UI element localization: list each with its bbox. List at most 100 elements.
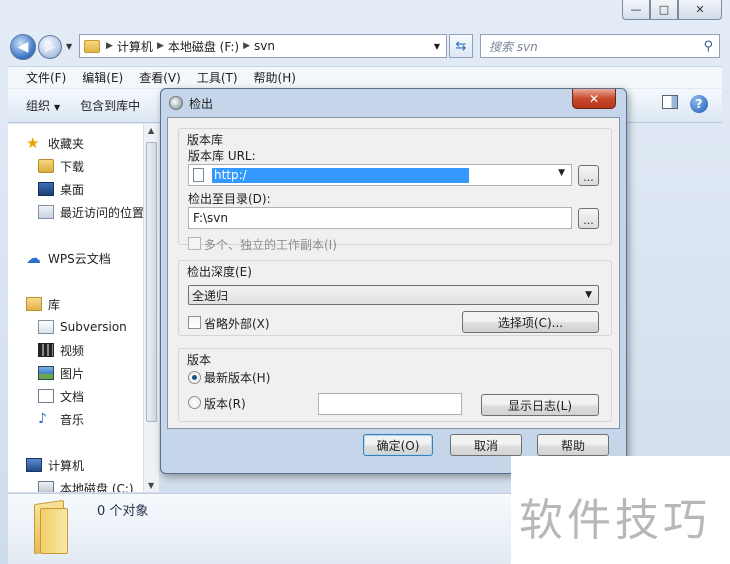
repo-url-label: 版本库 URL: <box>188 149 256 163</box>
title-bar: — □ ✕ <box>0 0 730 28</box>
address-row: ◀ ▶ ▼ ▶ 计算机 ▶ 本地磁盘 (F:) ▶ svn ▼ ⇆ 搜索 svn… <box>0 28 730 64</box>
depth-select-value: 全递归 <box>192 288 229 303</box>
nav-recent[interactable]: 最近访问的位置 <box>38 201 144 223</box>
revision-label: 版本(R) <box>204 397 246 411</box>
refresh-icon: ⇆ <box>455 38 467 54</box>
close-button[interactable]: ✕ <box>678 0 722 20</box>
breadcrumb-computer[interactable]: 计算机 <box>117 38 153 55</box>
revision-group-title: 版本 <box>187 353 212 367</box>
forward-button[interactable]: ▶ <box>38 35 62 59</box>
revision-input[interactable] <box>318 393 462 415</box>
nav-videos[interactable]: 视频 <box>38 339 84 361</box>
repository-group-title: 版本库 <box>187 133 224 147</box>
details-pane: 0 个对象 <box>8 493 511 564</box>
scroll-up-icon[interactable]: ▲ <box>148 126 154 135</box>
multiple-copies-label: 多个、独立的工作副本(I) <box>204 238 337 252</box>
browse-repo-button[interactable]: ... <box>578 165 599 186</box>
chevron-down-icon: ▼ <box>54 103 61 112</box>
computer-icon <box>26 458 42 472</box>
document-icon <box>38 389 54 403</box>
cloud-icon: ☁ <box>26 249 41 267</box>
menu-file[interactable]: 文件(F) <box>8 69 74 86</box>
include-in-library-button[interactable]: 包含到库中 <box>70 97 150 114</box>
recent-places-icon <box>38 205 54 219</box>
scroll-down-icon[interactable]: ▼ <box>148 481 154 490</box>
menu-tools[interactable]: 工具(T) <box>189 69 246 86</box>
chevron-right-icon[interactable]: ▶ <box>106 41 113 51</box>
help-icon[interactable]: ? <box>690 95 708 113</box>
repo-url-combo[interactable]: http:/ ▼ <box>188 164 572 186</box>
menu-bar: 文件(F) 编辑(E) 查看(V) 工具(T) 帮助(H) <box>8 66 722 88</box>
revision-radio[interactable] <box>188 396 201 409</box>
chevron-down-icon[interactable]: ▼ <box>558 168 565 178</box>
nav-favorites[interactable]: ★ 收藏夹 <box>26 132 84 154</box>
arrow-right-icon: ▶ <box>44 39 56 55</box>
video-icon <box>38 343 54 357</box>
nav-libraries[interactable]: 库 <box>26 293 60 315</box>
minimize-button[interactable]: — <box>622 0 650 20</box>
menu-help[interactable]: 帮助(H) <box>246 69 304 86</box>
nav-music[interactable]: ♪ 音乐 <box>38 408 84 430</box>
nav-documents[interactable]: 文档 <box>38 385 84 407</box>
search-placeholder: 搜索 svn <box>489 39 538 54</box>
browse-dir-button[interactable]: ... <box>578 208 599 229</box>
watermark-text: 软件技巧 <box>519 495 711 546</box>
chevron-down-icon: ▼ <box>585 290 592 300</box>
show-log-button[interactable]: 显示日志(L) <box>481 394 599 416</box>
nav-downloads[interactable]: 下载 <box>38 155 84 177</box>
checkout-dir-value: F:\svn <box>193 211 229 225</box>
options-button[interactable]: 选择项(C)... <box>462 311 599 333</box>
nav-scrollbar[interactable]: ▲ ▼ <box>143 124 159 492</box>
dialog-close-button[interactable]: ✕ <box>572 89 616 109</box>
cancel-button[interactable]: 取消 <box>450 434 522 456</box>
menu-edit[interactable]: 编辑(E) <box>74 69 131 86</box>
nav-wps-cloud[interactable]: ☁ WPS云文档 <box>26 247 111 269</box>
nav-desktop[interactable]: 桌面 <box>38 178 84 200</box>
omit-externals-checkbox[interactable] <box>188 316 201 329</box>
recent-pages-dropdown[interactable]: ▼ <box>66 42 72 51</box>
desktop-icon <box>38 182 54 196</box>
back-button[interactable]: ◀ <box>10 34 36 60</box>
nav-computer[interactable]: 计算机 <box>26 454 84 476</box>
checkout-dir-input[interactable]: F:\svn <box>188 207 572 229</box>
omit-externals-label: 省略外部(X) <box>204 317 270 331</box>
preview-pane-button[interactable] <box>662 95 678 109</box>
head-revision-radio[interactable] <box>188 371 201 384</box>
search-icon[interactable]: ⚲ <box>703 39 713 54</box>
menu-view[interactable]: 查看(V) <box>131 69 189 86</box>
nav-local-disk-c[interactable]: 本地磁盘 (C:) <box>38 477 134 492</box>
dialog-title-bar: 检出 <box>161 89 626 117</box>
checkout-dir-label: 检出至目录(D): <box>188 192 271 206</box>
breadcrumb-svn[interactable]: svn <box>254 39 275 53</box>
document-library-icon <box>38 320 54 334</box>
breadcrumb-local-disk[interactable]: 本地磁盘 (F:) <box>168 38 239 55</box>
item-count: 0 个对象 <box>97 504 149 519</box>
star-icon: ★ <box>26 134 40 152</box>
disk-icon <box>38 481 54 492</box>
music-icon: ♪ <box>38 411 47 427</box>
chevron-down-icon[interactable]: ▼ <box>434 42 440 51</box>
help-button[interactable]: 帮助 <box>537 434 609 456</box>
address-bar[interactable]: ▶ 计算机 ▶ 本地磁盘 (F:) ▶ svn ▼ <box>79 34 447 58</box>
nav-subversion[interactable]: Subversion <box>38 316 127 338</box>
arrow-left-icon: ◀ <box>17 39 29 55</box>
head-revision-label: 最新版本(H) <box>204 371 271 385</box>
folder-icon <box>30 499 70 555</box>
file-icon <box>193 168 204 182</box>
organize-button[interactable]: 组织 ▼ <box>8 97 70 114</box>
scroll-thumb[interactable] <box>146 142 157 422</box>
multiple-copies-checkbox[interactable] <box>188 237 201 250</box>
nav-pictures[interactable]: 图片 <box>38 362 84 384</box>
checkout-dialog: 检出 ✕ 版本库 版本库 URL: http:/ ▼ ... 检出至目录(D):… <box>160 88 627 474</box>
refresh-button[interactable]: ⇆ <box>449 34 473 58</box>
depth-select[interactable]: 全递归 ▼ <box>188 285 599 305</box>
chevron-right-icon[interactable]: ▶ <box>157 41 164 51</box>
maximize-button[interactable]: □ <box>650 0 678 20</box>
tortoise-icon <box>169 96 183 110</box>
repo-url-selection <box>248 167 469 183</box>
depth-group-title: 检出深度(E) <box>187 265 252 279</box>
chevron-right-icon[interactable]: ▶ <box>243 41 250 51</box>
search-input[interactable]: 搜索 svn ⚲ <box>480 34 720 58</box>
dialog-body: 版本库 版本库 URL: http:/ ▼ ... 检出至目录(D): F:\s… <box>167 117 620 429</box>
ok-button[interactable]: 确定(O) <box>363 434 433 456</box>
